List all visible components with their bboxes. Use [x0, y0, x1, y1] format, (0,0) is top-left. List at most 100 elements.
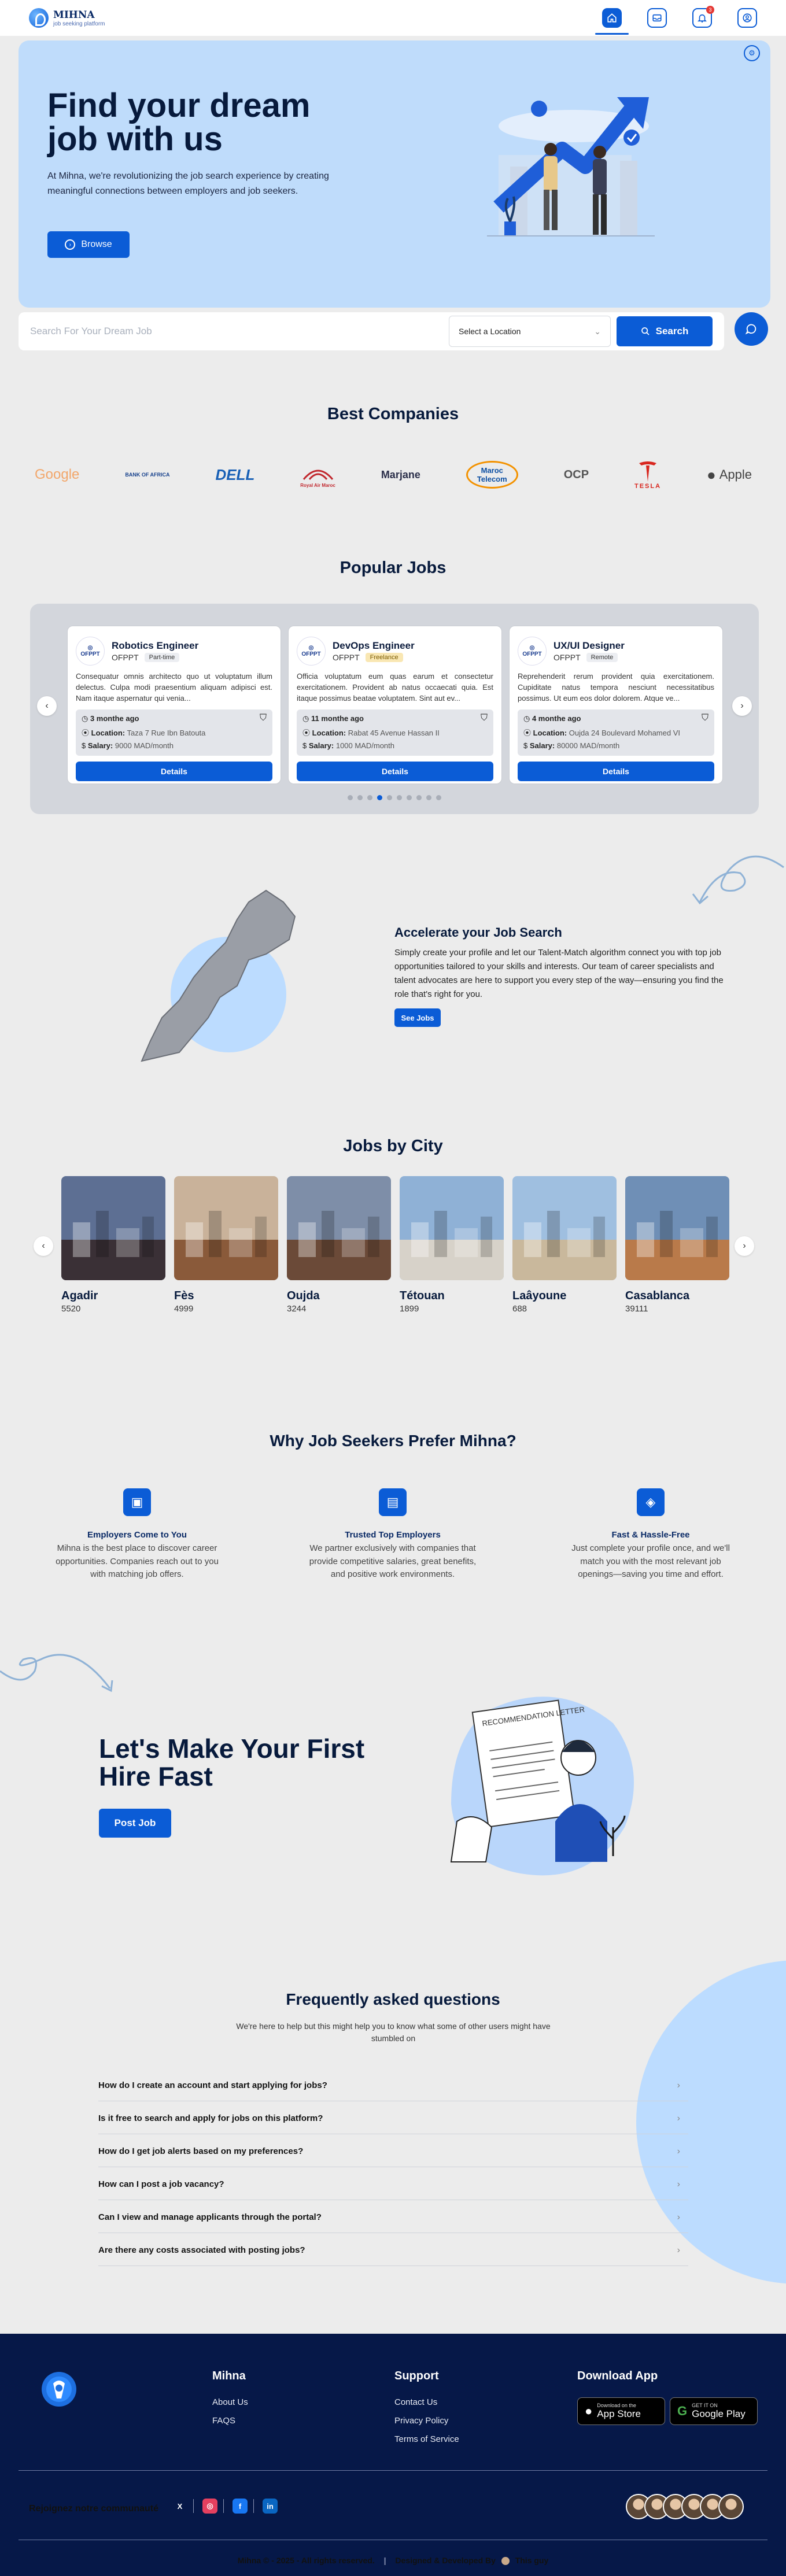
- city-card[interactable]: Casablanca 39111: [625, 1176, 729, 1314]
- linkedin-icon[interactable]: in: [263, 2499, 278, 2514]
- browse-button[interactable]: › Browse: [47, 231, 130, 258]
- job-card[interactable]: ◎ OFPPT DevOps Engineer OFPPT Freelance Of…: [288, 626, 502, 784]
- why-item-title: Employers Come to You: [87, 1530, 187, 1540]
- bookmark-icon[interactable]: ⛉: [702, 713, 708, 723]
- cities-prev-button[interactable]: ‹: [34, 1236, 53, 1256]
- designer-name[interactable]: This guy: [515, 2556, 549, 2565]
- chat-button[interactable]: [735, 312, 768, 346]
- company-logo-bank-of-africa[interactable]: Bank of Africa: [125, 457, 169, 492]
- city-job-count: 3244: [287, 1304, 307, 1314]
- company-logo: ◎ OFPPT: [518, 637, 547, 666]
- details-button[interactable]: Details: [76, 762, 272, 781]
- carousel-dot[interactable]: [367, 795, 372, 800]
- job-company: OFPPT: [112, 653, 139, 662]
- faq-question: Are there any costs associated with post…: [98, 2245, 305, 2255]
- company-logo-marjane[interactable]: Marjane: [381, 457, 420, 492]
- job-location: Taza 7 Rue Ibn Batouta: [127, 729, 206, 737]
- carousel-dot[interactable]: [397, 795, 402, 800]
- footer-link-privacy[interactable]: Privacy Policy: [394, 2416, 448, 2426]
- details-button[interactable]: Details: [518, 762, 714, 781]
- faq-item[interactable]: Is it free to search and apply for jobs …: [98, 2103, 688, 2134]
- notifications-nav-button[interactable]: 3: [692, 6, 714, 28]
- job-type-badge: Remote: [586, 653, 618, 662]
- hero-title: Find your dream job with us: [47, 87, 311, 158]
- job-salary: 9000 MAD/month: [115, 741, 174, 750]
- faq-item[interactable]: Are there any costs associated with post…: [98, 2235, 688, 2266]
- carousel-dot[interactable]: [377, 795, 382, 800]
- carousel-prev-button[interactable]: ‹: [37, 696, 57, 716]
- apple-icon: ●: [707, 465, 716, 483]
- carousel-dot[interactable]: [407, 795, 412, 800]
- faq-item[interactable]: Can I view and manage applicants through…: [98, 2202, 688, 2233]
- user-icon: [743, 13, 752, 23]
- jobs-carousel: ‹ › ◎ OFPPT Robotics Engineer OFPPT Part-t…: [30, 604, 759, 814]
- carousel-dot[interactable]: [357, 795, 363, 800]
- bookmark-icon[interactable]: ⛉: [260, 713, 267, 723]
- carousel-dot[interactable]: [426, 795, 431, 800]
- designer-avatar-icon: [501, 2557, 510, 2566]
- layers-icon: ◈: [637, 1488, 665, 1516]
- faq-subtitle: We're here to help but this might help y…: [236, 2021, 551, 2043]
- carousel-dot[interactable]: [348, 795, 353, 800]
- city-card[interactable]: Tétouan 1899: [400, 1176, 504, 1314]
- profile-nav-button[interactable]: [737, 8, 757, 28]
- carousel-dot[interactable]: [436, 795, 441, 800]
- page: MIHNA job seeking platform 3 Find your d…: [0, 0, 786, 2576]
- why-item: ▣ Employers Come to You Mihna is the bes…: [53, 1488, 221, 1581]
- location-pin-icon: ⦿: [302, 729, 312, 737]
- search-button[interactable]: Search: [617, 316, 713, 346]
- footer-support-title: Support: [394, 2370, 439, 2382]
- instagram-icon[interactable]: ◎: [202, 2499, 217, 2514]
- city-card[interactable]: Agadir 5520: [61, 1176, 165, 1314]
- faq-item[interactable]: How do I create an account and start app…: [98, 2070, 688, 2101]
- city-card[interactable]: Oujda 3244: [287, 1176, 391, 1314]
- post-job-button[interactable]: Post Job: [99, 1809, 171, 1838]
- search-button-label: Search: [655, 326, 689, 337]
- home-nav-button[interactable]: [595, 8, 629, 35]
- company-logo-maroc-telecom[interactable]: Maroc Telecom: [466, 461, 518, 489]
- app-store-button[interactable]: ● Download on the App Store: [577, 2397, 665, 2425]
- company-logo-royal-air-maroc[interactable]: Royal Air Maroc: [300, 457, 335, 492]
- job-card[interactable]: ◎ OFPPT Robotics Engineer OFPPT Part-time …: [67, 626, 281, 784]
- carousel-next-button[interactable]: ›: [732, 696, 752, 716]
- designed-by-text: Designed & Developed By: [395, 2556, 496, 2565]
- logo[interactable]: MIHNA job seeking platform: [29, 8, 105, 28]
- company-logo-apple[interactable]: ● Apple: [707, 457, 752, 492]
- logo-caption: OFPPT: [522, 651, 542, 657]
- x-social-icon[interactable]: X: [172, 2499, 187, 2514]
- see-jobs-button[interactable]: See Jobs: [394, 1008, 441, 1027]
- company-logo-dell[interactable]: DELL: [215, 457, 254, 492]
- footer-logo-icon[interactable]: [36, 2366, 82, 2412]
- city-card[interactable]: Laâyoune 688: [512, 1176, 617, 1314]
- settings-icon[interactable]: ⚙: [744, 45, 760, 61]
- google-play-button[interactable]: G GET IT ON Google Play: [670, 2397, 758, 2425]
- company-logo-tesla[interactable]: TESLA: [634, 457, 661, 492]
- footer-link-terms[interactable]: Terms of Service: [394, 2434, 459, 2444]
- job-search-input[interactable]: [30, 326, 449, 337]
- footer-link-about[interactable]: About Us: [212, 2397, 248, 2407]
- company-iam-text: Maroc Telecom: [477, 466, 507, 483]
- bookmark-icon[interactable]: ⛉: [481, 713, 488, 723]
- footer-link-faqs[interactable]: FAQS: [212, 2416, 235, 2426]
- job-card[interactable]: ◎ OFPPT UX/UI Designer OFPPT Remote Repreh…: [509, 626, 723, 784]
- facebook-icon[interactable]: f: [233, 2499, 248, 2514]
- job-salary: 80000 MAD/month: [556, 741, 620, 750]
- cities-next-button[interactable]: ›: [735, 1236, 754, 1256]
- messages-nav-button[interactable]: [647, 8, 667, 28]
- city-job-count: 39111: [625, 1304, 648, 1314]
- location-select-label: Select a Location: [459, 327, 521, 336]
- faq-question: How do I create an account and start app…: [98, 2080, 327, 2090]
- job-description: Reprehenderit rerum provident quia exerc…: [518, 672, 714, 703]
- city-card[interactable]: Fès 4999: [174, 1176, 278, 1314]
- carousel-dot[interactable]: [387, 795, 392, 800]
- footer-link-contact[interactable]: Contact Us: [394, 2397, 437, 2407]
- location-select[interactable]: Select a Location ⌄: [449, 316, 611, 347]
- city-name: Tétouan: [400, 1289, 445, 1302]
- faq-item[interactable]: How can I post a job vacancy? ›: [98, 2169, 688, 2200]
- details-button[interactable]: Details: [297, 762, 493, 781]
- carousel-dot[interactable]: [416, 795, 422, 800]
- company-logo-google[interactable]: Google: [35, 457, 79, 492]
- decorative-curve-arrow-left: [0, 1654, 113, 1692]
- faq-item[interactable]: How do I get job alerts based on my pref…: [98, 2136, 688, 2167]
- company-logo-ocp[interactable]: OCP: [564, 457, 589, 492]
